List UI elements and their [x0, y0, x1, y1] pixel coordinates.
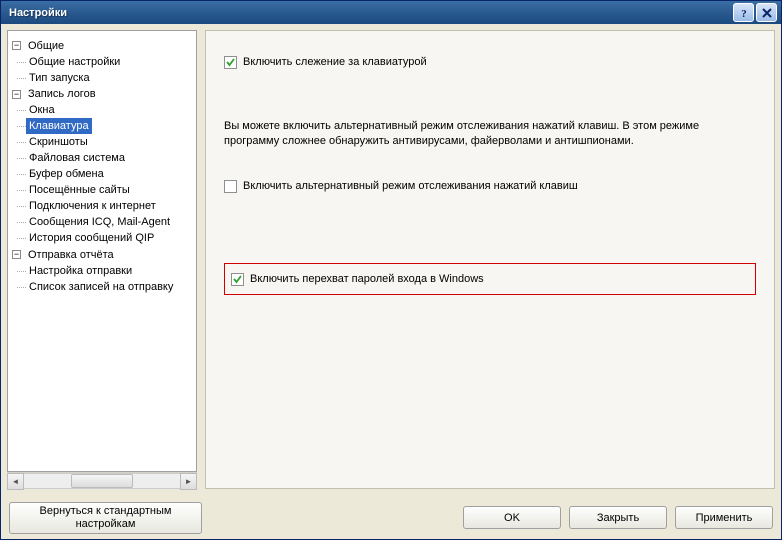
tree-item-startup-type[interactable]: Тип запуска	[26, 70, 93, 86]
tree-item-send-list[interactable]: Список записей на отправку	[26, 279, 176, 295]
ok-button[interactable]: OK	[463, 506, 561, 529]
highlighted-option: Включить перехват паролей входа в Window…	[224, 263, 756, 295]
scroll-left-icon[interactable]: ◄	[7, 473, 24, 490]
tree-item-visited-sites[interactable]: Посещённые сайты	[26, 182, 133, 198]
tree-item-windows[interactable]: Окна	[26, 102, 58, 118]
enable-alt-mode-label[interactable]: Включить альтернативный режим отслеживан…	[243, 179, 578, 193]
tree-item-filesystem[interactable]: Файловая система	[26, 150, 128, 166]
tree-item-screenshots[interactable]: Скриншоты	[26, 134, 91, 150]
enable-win-pwd-checkbox[interactable]	[231, 273, 244, 286]
window-title: Настройки	[9, 7, 731, 19]
collapse-icon[interactable]: −	[12, 90, 21, 99]
description-text: Вы можете включить альтернативный режим …	[224, 119, 756, 149]
tree-group-logging[interactable]: Запись логов	[25, 86, 99, 102]
enable-win-pwd-row: Включить перехват паролей входа в Window…	[231, 272, 749, 286]
enable-tracking-row: Включить слежение за клавиатурой	[224, 55, 756, 69]
enable-tracking-label[interactable]: Включить слежение за клавиатурой	[243, 55, 427, 69]
settings-tree[interactable]: − Общие Общие настройки Тип запуска − За…	[7, 30, 197, 472]
tree-item-clipboard[interactable]: Буфер обмена	[26, 166, 107, 182]
svg-text:?: ?	[741, 8, 747, 19]
apply-label: Применить	[696, 512, 753, 524]
tree-group-general[interactable]: Общие	[25, 38, 67, 54]
close-dialog-button[interactable]: Закрыть	[569, 506, 667, 529]
close-button[interactable]	[756, 3, 777, 22]
tree-item-inet-conn[interactable]: Подключения к интернет	[26, 198, 159, 214]
help-button[interactable]: ?	[733, 3, 754, 22]
tree-item-qip-history[interactable]: История сообщений QIP	[26, 230, 157, 246]
client-area: − Общие Общие настройки Тип запуска − За…	[1, 24, 781, 495]
tree-horizontal-scrollbar[interactable]: ◄ ►	[7, 472, 197, 489]
ok-label: OK	[504, 512, 520, 524]
footer: Вернуться к стандартным настройкам OK За…	[1, 495, 781, 539]
scroll-right-icon[interactable]: ►	[180, 473, 197, 490]
tree-panel: − Общие Общие настройки Тип запуска − За…	[7, 30, 197, 489]
collapse-icon[interactable]: −	[12, 250, 21, 259]
revert-defaults-label: Вернуться к стандартным настройкам	[10, 505, 201, 531]
tree-item-general-settings[interactable]: Общие настройки	[26, 54, 123, 70]
scroll-thumb[interactable]	[71, 474, 133, 488]
titlebar[interactable]: Настройки ?	[1, 1, 781, 24]
collapse-icon[interactable]: −	[12, 41, 21, 50]
content-panel: Включить слежение за клавиатурой Вы може…	[205, 30, 775, 489]
enable-alt-mode-row: Включить альтернативный режим отслеживан…	[224, 179, 756, 193]
tree-item-icq-mail[interactable]: Сообщения ICQ, Mail-Agent	[26, 214, 173, 230]
tree-item-send-settings[interactable]: Настройка отправки	[26, 263, 135, 279]
enable-tracking-checkbox[interactable]	[224, 56, 237, 69]
tree-group-report[interactable]: Отправка отчёта	[25, 247, 117, 263]
revert-defaults-button[interactable]: Вернуться к стандартным настройкам	[9, 502, 202, 534]
enable-alt-mode-checkbox[interactable]	[224, 180, 237, 193]
settings-window: Настройки ? − Общие Общие настройки	[0, 0, 782, 540]
scroll-track[interactable]	[24, 473, 180, 489]
apply-button[interactable]: Применить	[675, 506, 773, 529]
close-label: Закрыть	[597, 512, 639, 524]
tree-item-keyboard[interactable]: Клавиатура	[26, 118, 92, 134]
enable-win-pwd-label[interactable]: Включить перехват паролей входа в Window…	[250, 272, 484, 286]
